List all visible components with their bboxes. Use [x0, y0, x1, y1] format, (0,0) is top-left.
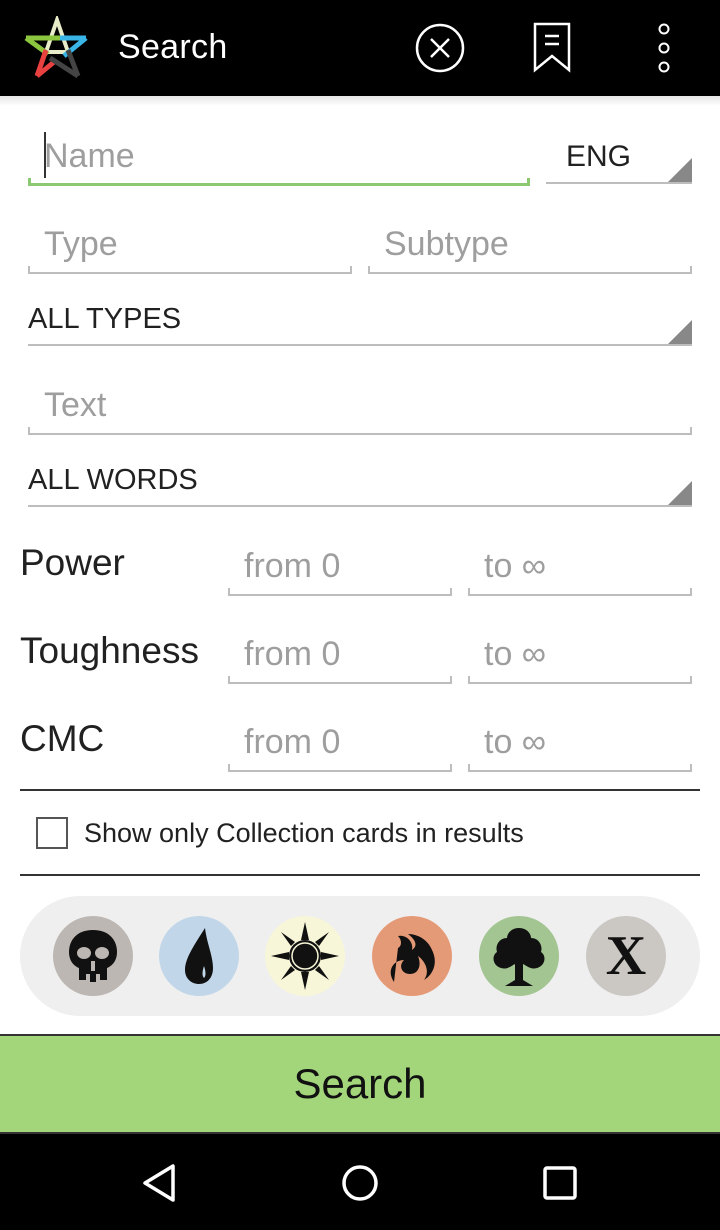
home-icon[interactable] [335, 1158, 385, 1208]
power-to-input[interactable]: to ∞ [468, 546, 692, 596]
name-input[interactable]: Name [28, 132, 530, 186]
dropdown-triangle-icon [668, 320, 692, 344]
text-placeholder: Text [44, 386, 107, 424]
power-to-placeholder: to ∞ [484, 547, 547, 585]
power-from-underline [228, 588, 452, 596]
cmc-from-placeholder: from 0 [244, 723, 341, 761]
collection-only-checkbox[interactable] [36, 817, 68, 849]
color-blue-toggle[interactable] [159, 916, 239, 996]
bookmark-icon[interactable] [524, 20, 580, 76]
subtype-input[interactable]: Subtype [368, 224, 692, 274]
cmc-from-input[interactable]: from 0 [228, 722, 452, 772]
clear-circle-x-icon[interactable] [412, 20, 468, 76]
skull-icon [69, 930, 117, 982]
cmc-to-underline [468, 764, 692, 772]
water-drop-icon [185, 928, 213, 984]
x-icon: X [605, 925, 647, 987]
toughness-from-input[interactable]: from 0 [228, 634, 452, 684]
power-from-input[interactable]: from 0 [228, 546, 452, 596]
toughness-label: Toughness [20, 630, 199, 671]
language-underline [546, 182, 692, 184]
color-green-toggle[interactable] [479, 916, 559, 996]
power-to-underline [468, 588, 692, 596]
recents-icon[interactable] [535, 1158, 585, 1208]
color-red-toggle[interactable] [372, 916, 452, 996]
back-icon[interactable] [135, 1158, 185, 1208]
name-placeholder: Name [44, 137, 135, 175]
cmc-from-underline [228, 764, 452, 772]
words-filter-underline [28, 505, 692, 507]
type-placeholder: Type [44, 225, 118, 263]
power-label: Power [20, 542, 125, 583]
subtype-placeholder: Subtype [384, 225, 509, 263]
tree-icon [493, 928, 545, 986]
color-filter-bar: X [20, 896, 700, 1016]
color-colorless-toggle[interactable]: X [586, 916, 666, 996]
text-input[interactable]: Text [28, 385, 692, 435]
toughness-to-underline [468, 676, 692, 684]
language-dropdown[interactable]: ENG [546, 140, 692, 184]
words-filter-dropdown[interactable]: ALL WORDS [28, 463, 692, 507]
toughness-from-placeholder: from 0 [244, 635, 341, 673]
app-logo-star-icon [24, 16, 88, 79]
dropdown-triangle-icon [668, 158, 692, 182]
toughness-from-underline [228, 676, 452, 684]
overflow-menu-icon[interactable] [636, 20, 692, 76]
page-title: Search [118, 28, 228, 66]
type-filter-underline [28, 344, 692, 346]
type-underline [28, 266, 352, 274]
toughness-to-input[interactable]: to ∞ [468, 634, 692, 684]
search-button-label: Search [293, 1060, 427, 1107]
type-input[interactable]: Type [28, 224, 352, 274]
cmc-to-placeholder: to ∞ [484, 723, 547, 761]
app-bar: Search [0, 0, 720, 96]
fire-icon [390, 934, 435, 982]
color-black-toggle[interactable] [53, 916, 133, 996]
type-filter-dropdown[interactable]: ALL TYPES [28, 302, 692, 346]
type-filter-value: ALL TYPES [28, 303, 182, 335]
app-bar-shadow [0, 96, 720, 106]
system-nav-bar [0, 1134, 720, 1230]
toughness-to-placeholder: to ∞ [484, 635, 547, 673]
subtype-underline [368, 266, 692, 274]
language-value: ENG [566, 140, 632, 173]
sun-icon [271, 922, 339, 990]
power-from-placeholder: from 0 [244, 547, 341, 585]
collection-only-label[interactable]: Show only Collection cards in results [84, 818, 524, 849]
text-underline [28, 427, 692, 435]
name-underline [28, 178, 530, 186]
cmc-label: CMC [20, 718, 105, 759]
divider [20, 789, 700, 791]
words-filter-value: ALL WORDS [28, 464, 198, 496]
search-button[interactable]: Search [0, 1034, 720, 1134]
dropdown-triangle-icon [668, 481, 692, 505]
divider [20, 874, 700, 876]
cmc-to-input[interactable]: to ∞ [468, 722, 692, 772]
color-white-toggle[interactable] [265, 916, 345, 996]
